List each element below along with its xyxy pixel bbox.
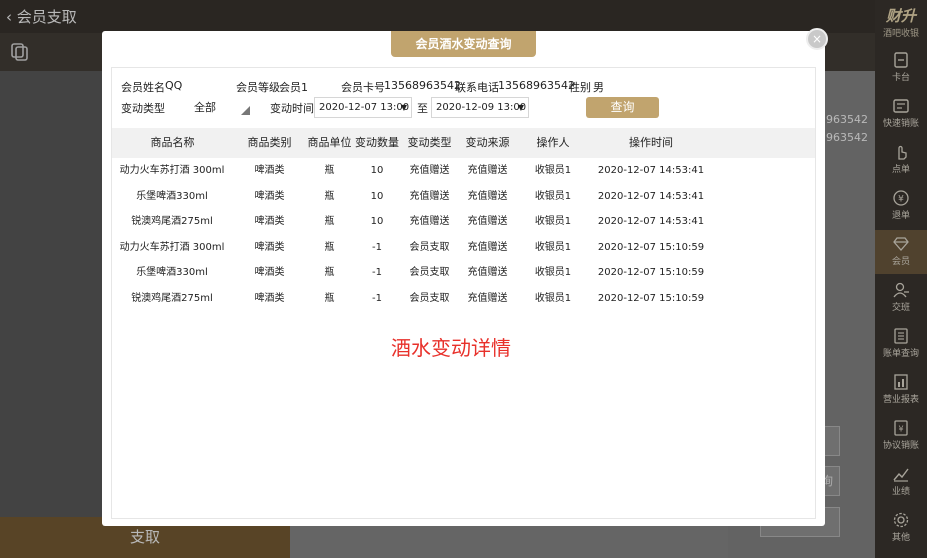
member-level-value: 会员1 [279,81,308,94]
member-level-label: 会员等级 [236,81,280,94]
table-row[interactable]: 锐澳鸡尾酒275ml 啤酒类 瓶 10 充值赠送 充值赠送 收银员1 2020-… [112,209,815,234]
column-header: 变动来源 [465,136,510,149]
dropdown-corner-icon [241,106,250,115]
member-phone-label: 联系电话 [455,81,499,94]
query-button[interactable]: 查询 [586,97,659,118]
annotation-caption: 酒水变动详情 [391,336,511,360]
member-card-value: 13568963542 [384,79,461,92]
column-header: 商品类别 [247,136,292,149]
change-type-label: 变动类型 [121,102,165,115]
change-time-label: 变动时间 [270,102,314,115]
dialog-content: 会员姓名 QQ 会员等级 会员1 会员卡号 13568963542 联系电话 1… [111,67,816,519]
member-phone-value: 13568963542 [498,79,575,92]
column-header: 商品单位 [307,136,352,149]
member-gender-value: 男 [593,81,604,94]
column-header: 商品名称 [150,136,195,149]
column-header: 变动类型 [407,136,452,149]
start-time-picker[interactable]: 2020-12-07 13:00 ▼ [314,97,412,118]
member-card-label: 会员卡号 [341,81,385,94]
end-time-picker[interactable]: 2020-12-09 13:00 ▼ [431,97,529,118]
close-button[interactable]: × [806,28,828,50]
table-row[interactable]: 锐澳鸡尾酒275ml 啤酒类 瓶 -1 会员支取 充值赠送 收银员1 2020-… [112,286,815,311]
chevron-down-icon: ▼ [400,103,407,112]
dialog-title: 会员酒水变动查询 [391,31,536,57]
member-name-label: 会员姓名 [121,81,165,94]
member-name-value: QQ [165,79,183,92]
table-row[interactable]: 乐堡啤酒330ml 啤酒类 瓶 -1 会员支取 充值赠送 收银员1 2020-1… [112,260,815,285]
chevron-down-icon: ▼ [517,103,524,112]
change-type-select[interactable]: 全部 [194,99,250,115]
column-header: 操作人 [536,136,570,149]
to-label: 至 [417,102,428,115]
member-gender-label: 性别 [569,81,591,94]
drink-change-query-dialog: 会员酒水变动查询 × 会员姓名 QQ 会员等级 会员1 会员卡号 1356896… [102,28,828,526]
table-row[interactable]: 动力火车苏打酒 300ml 啤酒类 瓶 10 充值赠送 充值赠送 收银员1 20… [112,158,815,183]
column-header: 操作时间 [629,136,673,149]
table-row[interactable]: 乐堡啤酒330ml 啤酒类 瓶 10 充值赠送 充值赠送 收银员1 2020-1… [112,184,815,209]
table-row[interactable]: 动力火车苏打酒 300ml 啤酒类 瓶 -1 会员支取 充值赠送 收银员1 20… [112,235,815,260]
column-header: 变动数量 [355,136,399,149]
table-header: 商品名称 商品类别 商品单位 变动数量 变动类型 变动来源 操作人 操作时间 [112,128,815,158]
